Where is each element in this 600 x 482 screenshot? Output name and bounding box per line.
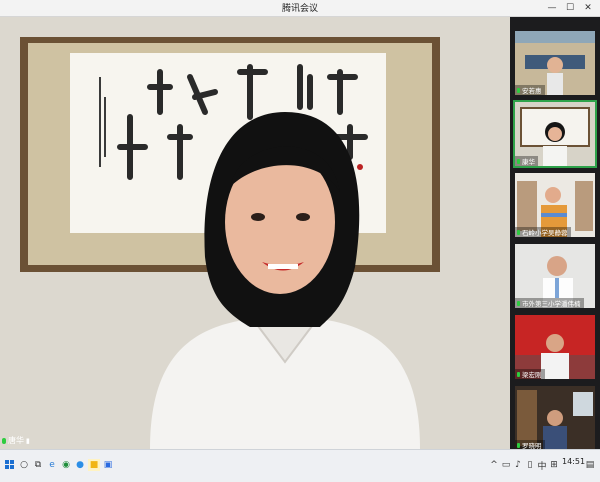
- input-method-icon[interactable]: 中: [536, 459, 548, 472]
- main-video[interactable]: 唐华 ▮: [0, 17, 510, 449]
- taskbar: ○ ⧉ e ◉ ● ■ ▣ ^ ▭ ♪ ▯ 中 ⊞ 14:51 ▤: [0, 449, 600, 482]
- mic-icon: [517, 158, 520, 164]
- window-title-bar: 腾讯会议 — ☐ ✕: [0, 0, 600, 17]
- participant-tile[interactable]: 安若惠: [515, 31, 595, 95]
- minimize-button[interactable]: —: [544, 0, 560, 16]
- mic-icon: [2, 437, 6, 444]
- language-icon[interactable]: ⊞: [548, 459, 560, 471]
- participant-tile[interactable]: 康华: [513, 100, 597, 168]
- windows-start-icon[interactable]: [4, 459, 16, 471]
- maximize-button[interactable]: ☐: [562, 0, 578, 16]
- signal-icon: ▮: [26, 436, 30, 445]
- battery-icon[interactable]: ▯: [524, 459, 536, 471]
- participant-name: 安若惠: [522, 87, 542, 95]
- mic-icon: [517, 371, 520, 377]
- window-title: 腾讯会议: [281, 4, 318, 14]
- participant-tile[interactable]: 罗晓明: [515, 386, 595, 450]
- participant-name: 市外第三小学潘伟楠: [522, 300, 581, 308]
- participant-sidebar: 安若惠 康华 石岭小学吴静蓉 市外第三小学潘伟楠 梁宏刚 罗晓明: [510, 17, 600, 450]
- participant-tile[interactable]: 石岭小学吴静蓉: [515, 173, 595, 237]
- chrome-icon[interactable]: ◉: [60, 459, 72, 471]
- meeting-app-icon[interactable]: ▣: [102, 459, 114, 471]
- mic-icon: [517, 87, 520, 93]
- notification-icon[interactable]: ▤: [584, 459, 596, 471]
- mic-icon: [517, 442, 520, 448]
- participant-tile[interactable]: 梁宏刚: [515, 315, 595, 379]
- participant-tile[interactable]: 市外第三小学潘伟楠: [515, 244, 595, 308]
- participant-name: 康华: [522, 158, 535, 166]
- mic-icon: [517, 229, 520, 235]
- search-icon[interactable]: ○: [18, 459, 30, 471]
- mic-icon: [517, 300, 520, 306]
- participant-name: 石岭小学吴静蓉: [522, 229, 568, 237]
- speaker-video-frame: [0, 17, 510, 449]
- participant-name: 梁宏刚: [522, 371, 542, 379]
- volume-icon[interactable]: ♪: [512, 459, 524, 471]
- clock[interactable]: 14:51: [562, 457, 585, 466]
- close-button[interactable]: ✕: [580, 0, 596, 16]
- file-explorer-icon[interactable]: ■: [88, 459, 100, 471]
- speaker-name: 唐华: [8, 436, 24, 445]
- task-view-icon[interactable]: ⧉: [32, 459, 44, 471]
- edge-browser-icon[interactable]: e: [46, 459, 58, 471]
- speaker-name-label: 唐华 ▮: [2, 435, 30, 446]
- network-icon[interactable]: ▭: [500, 459, 512, 471]
- browser-icon[interactable]: ●: [74, 459, 86, 471]
- tray-chevron-icon[interactable]: ^: [488, 459, 500, 471]
